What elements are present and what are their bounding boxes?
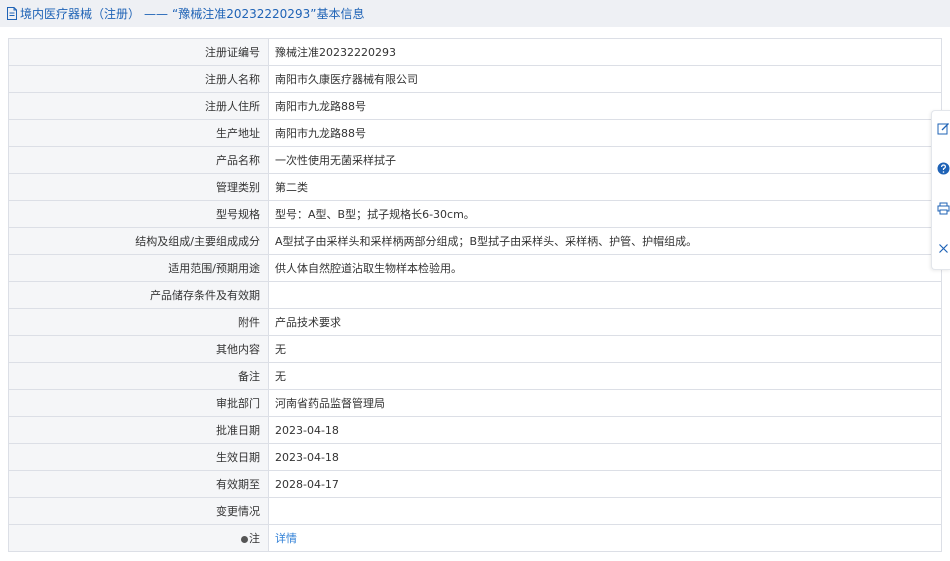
- row-label: 变更情况: [8, 497, 269, 525]
- row-value: 产品技术要求: [268, 308, 942, 336]
- info-table-container: 注册证编号 豫械注准20232220293 注册人名称 南阳市久康医疗器械有限公司 注册…: [8, 38, 942, 552]
- row-label: 注册人名称: [8, 65, 269, 93]
- row-label: 型号规格: [8, 200, 269, 228]
- table-row: 批准日期 2023-04-18: [8, 416, 942, 444]
- side-toolbar: [931, 110, 950, 270]
- row-label: 注册人住所: [8, 92, 269, 120]
- row-value: 第二类: [268, 173, 942, 201]
- print-icon[interactable]: [936, 201, 950, 215]
- row-value: 南阳市九龙路88号: [268, 92, 942, 120]
- table-row: 注册人名称 南阳市久康医疗器械有限公司: [8, 65, 942, 93]
- edit-icon[interactable]: [936, 121, 950, 135]
- info-table: 注册证编号 豫械注准20232220293 注册人名称 南阳市久康医疗器械有限公司 注册…: [8, 38, 942, 552]
- section-title: 境内医疗器械（注册）: [20, 7, 141, 21]
- table-row: 备注无: [8, 362, 942, 390]
- row-value: [268, 497, 942, 525]
- note-label: 注: [249, 532, 260, 545]
- table-row: 注册证编号 豫械注准20232220293: [8, 38, 942, 66]
- page-header: 境内医疗器械（注册） —— “豫械注准20232220293” 基本信息: [0, 0, 950, 27]
- row-value: 无: [268, 335, 942, 363]
- row-value: 南阳市久康医疗器械有限公司: [268, 65, 942, 93]
- row-label: 有效期至: [8, 470, 269, 498]
- row-label: 备注: [8, 362, 269, 390]
- row-label: 产品储存条件及有效期: [8, 281, 269, 309]
- row-value: 河南省药品监督管理局: [268, 389, 942, 417]
- row-value: 2023-04-18: [268, 416, 942, 444]
- table-row: 适用范围/预期用途 供人体自然腔道沾取生物样本检验用。: [8, 254, 942, 282]
- table-row: 产品名称 一次性使用无菌采样拭子: [8, 146, 942, 174]
- row-value: A型拭子由采样头和采样柄两部分组成；B型拭子由采样头、采样柄、护管、护帽组成。: [268, 227, 942, 255]
- row-label: 审批部门: [8, 389, 269, 417]
- row-label: 结构及组成/主要组成成分: [8, 227, 269, 255]
- row-label: 管理类别: [8, 173, 269, 201]
- help-icon[interactable]: [936, 161, 950, 175]
- table-row: 注册人住所 南阳市九龙路88号: [8, 92, 942, 120]
- table-row: 结构及组成/主要组成成分 A型拭子由采样头和采样柄两部分组成；B型拭子由采样头、采…: [8, 227, 942, 255]
- row-value: 2028-04-17: [268, 470, 942, 498]
- pin-icon: [241, 535, 248, 543]
- table-row: 生效日期 2023-04-18: [8, 443, 942, 471]
- row-value: [268, 281, 942, 309]
- row-label: 产品名称: [8, 146, 269, 174]
- document-icon: [7, 7, 17, 20]
- row-value: 型号：A型、B型；拭子规格长6-30cm。: [268, 200, 942, 228]
- close-icon[interactable]: [936, 241, 950, 255]
- table-row: 生产地址 南阳市九龙路88号: [8, 119, 942, 147]
- table-row: 有效期至 2028-04-17: [8, 470, 942, 498]
- note-value-cell: 详情: [268, 524, 942, 552]
- row-value: 南阳市九龙路88号: [268, 119, 942, 147]
- row-label: 生产地址: [8, 119, 269, 147]
- table-row: 审批部门 河南省药品监督管理局: [8, 389, 942, 417]
- row-value: 无: [268, 362, 942, 390]
- table-row: 附件 产品技术要求: [8, 308, 942, 336]
- table-row: 其他内容无: [8, 335, 942, 363]
- row-value: 豫械注准20232220293: [268, 38, 942, 66]
- title-separator: ——: [144, 6, 169, 21]
- row-label: 注册证编号: [8, 38, 269, 66]
- row-value: 2023-04-18: [268, 443, 942, 471]
- table-row: 型号规格 型号：A型、B型；拭子规格长6-30cm。: [8, 200, 942, 228]
- table-row: 产品储存条件及有效期: [8, 281, 942, 309]
- row-label: 生效日期: [8, 443, 269, 471]
- note-label-cell: 注: [8, 524, 269, 552]
- row-value: 供人体自然腔道沾取生物样本检验用。: [268, 254, 942, 282]
- info-table-body: 注册证编号 豫械注准20232220293 注册人名称 南阳市久康医疗器械有限公司 注册…: [8, 38, 942, 552]
- row-value: 一次性使用无菌采样拭子: [268, 146, 942, 174]
- row-label: 其他内容: [8, 335, 269, 363]
- row-label: 批准日期: [8, 416, 269, 444]
- table-row: 变更情况: [8, 497, 942, 525]
- table-row: 管理类别 第二类: [8, 173, 942, 201]
- row-label: 适用范围/预期用途: [8, 254, 269, 282]
- row-label: 附件: [8, 308, 269, 336]
- details-link[interactable]: 详情: [275, 532, 297, 545]
- title-suffix: 基本信息: [316, 7, 365, 21]
- registration-number-title: “豫械注准20232220293”: [172, 7, 317, 21]
- note-row: 注 详情: [8, 524, 942, 552]
